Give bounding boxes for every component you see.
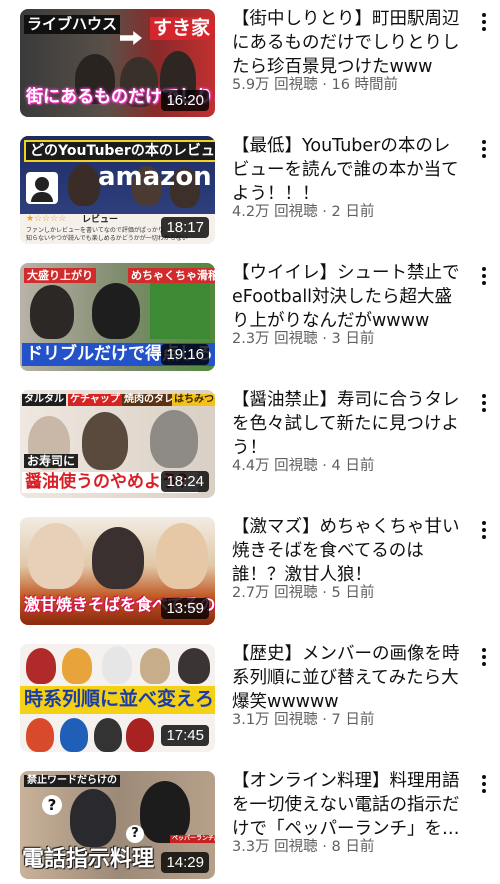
thumb-caption: ケチャップ	[68, 394, 122, 406]
video-thumbnail[interactable]: 時系列順に並べ変えろ 17:45	[20, 644, 215, 752]
video-item[interactable]: ライブハウス すき家 街にあるものだけでしりとり 16:20 【街中しりとり】町…	[0, 9, 500, 117]
video-duration: 18:17	[161, 217, 209, 238]
thumb-caption: めちゃくちゃ滑稽	[128, 268, 215, 283]
view-count: 4.4万 回視聴	[232, 458, 318, 474]
video-title[interactable]: 【激マズ】めちゃくちゃ甘い焼きそばを食べてるのは誰！？激甘人狼！	[232, 515, 462, 587]
video-item[interactable]: どのYouTuberの本のレビュー？ amazon ★☆☆☆☆ レビュー ファン…	[0, 136, 500, 244]
video-thumbnail[interactable]: 大盛り上がり めちゃくちゃ滑稽 ドリブルだけで得点しろ！ 19:16	[20, 263, 215, 371]
view-count: 4.2万 回視聴	[232, 204, 318, 220]
video-meta: 4.2万 回視聴 · 2 日前	[232, 200, 374, 221]
video-thumbnail[interactable]: 激甘焼きそばを食べてるのは誰 13:59	[20, 517, 215, 625]
video-meta: 3.3万 回視聴 · 8 日前	[232, 835, 374, 856]
video-item[interactable]: 時系列順に並べ変えろ 17:45 【歴史】メンバーの画像を時系列順に並び替えてみ…	[0, 644, 500, 752]
video-title[interactable]: 【オンライン料理】料理用語を一切使えない電話の指示だけで「ペッパーランチ」を…	[232, 769, 462, 841]
meta-separator: ·	[317, 204, 332, 220]
video-meta: 2.3万 回視聴 · 3 日前	[232, 327, 374, 348]
video-duration: 16:20	[161, 90, 209, 111]
upload-age: 16 時間前	[331, 77, 399, 93]
meta-separator: ·	[317, 839, 332, 855]
meta-separator: ·	[317, 712, 332, 728]
video-thumbnail[interactable]: タルタル ケチャップ 焼肉のタレ はちみつ お寿司に 醤油使うのやめよう？ 18…	[20, 390, 215, 498]
more-options-icon[interactable]	[474, 392, 494, 414]
thumb-caption: ファンしかレビューを書いてなので評価がぱっかり	[26, 227, 164, 234]
upload-age: 2 日前	[331, 204, 375, 220]
thumb-caption: どのYouTuberの本のレビュー？	[24, 140, 215, 162]
video-title[interactable]: 【ウイイレ】シュート禁止でeFootball対決したら超大盛り上がりなんだがww…	[232, 261, 462, 333]
meta-separator: ·	[317, 331, 332, 347]
thumb-caption: レビュー	[82, 215, 119, 225]
more-options-icon[interactable]	[474, 138, 494, 160]
thumb-caption: 禁止ワードだらけの	[24, 775, 120, 787]
upload-age: 4 日前	[331, 458, 375, 474]
meta-separator: ·	[317, 458, 332, 474]
upload-age: 3 日前	[331, 331, 375, 347]
video-meta: 5.9万 回視聴 · 16 時間前	[232, 73, 398, 94]
upload-age: 5 日前	[331, 585, 375, 601]
more-options-icon[interactable]	[474, 265, 494, 287]
question-mark-icon: ?	[42, 795, 62, 815]
thumb-caption: amazon	[98, 162, 212, 192]
more-options-icon[interactable]	[474, 773, 494, 795]
view-count: 3.3万 回視聴	[232, 839, 318, 855]
video-duration: 17:45	[161, 725, 209, 746]
more-options-icon[interactable]	[474, 11, 494, 33]
video-title[interactable]: 【最低】YouTuberの本のレビューを読んで誰の本か当てよう！！！	[232, 134, 462, 206]
video-item[interactable]: ? ? 禁止ワードだらけの 電話指示料理 ペッパーランチ風 14:29 【オンラ…	[0, 771, 500, 879]
video-meta: 3.1万 回視聴 · 7 日前	[232, 708, 374, 729]
thumb-caption: ライブハウス	[24, 15, 121, 34]
meta-separator: ·	[317, 585, 332, 601]
thumb-caption: はちみつ	[172, 394, 215, 406]
video-duration: 14:29	[161, 852, 209, 873]
video-item[interactable]: 大盛り上がり めちゃくちゃ滑稽 ドリブルだけで得点しろ！ 19:16 【ウイイレ…	[0, 263, 500, 371]
video-meta: 4.4万 回視聴 · 4 日前	[232, 454, 374, 475]
video-thumbnail[interactable]: ? ? 禁止ワードだらけの 電話指示料理 ペッパーランチ風 14:29	[20, 771, 215, 879]
more-options-icon[interactable]	[474, 646, 494, 668]
thumb-caption: ペッパーランチ風	[170, 835, 215, 843]
video-thumbnail[interactable]: ライブハウス すき家 街にあるものだけでしりとり 16:20	[20, 9, 215, 117]
video-thumbnail[interactable]: どのYouTuberの本のレビュー？ amazon ★☆☆☆☆ レビュー ファン…	[20, 136, 215, 244]
thumb-caption: お寿司に	[24, 454, 79, 468]
view-count: 3.1万 回視聴	[232, 712, 318, 728]
thumb-caption: 焼肉のタレ	[122, 394, 176, 406]
thumb-caption: すき家	[150, 17, 214, 40]
upload-age: 8 日前	[331, 839, 375, 855]
view-count: 2.3万 回視聴	[232, 331, 318, 347]
meta-separator: ·	[317, 77, 332, 93]
view-count: 2.7万 回視聴	[232, 585, 318, 601]
thumb-caption: 電話指示料理	[22, 847, 155, 872]
view-count: 5.9万 回視聴	[232, 77, 318, 93]
video-duration: 18:24	[161, 471, 209, 492]
more-options-icon[interactable]	[474, 519, 494, 541]
video-title[interactable]: 【街中しりとり】町田駅周辺にあるものだけでしりとりしたら珍百景見つけたwww	[232, 7, 462, 79]
video-duration: 19:16	[161, 344, 209, 365]
video-duration: 13:59	[161, 598, 209, 619]
thumb-caption: 大盛り上がり	[24, 268, 96, 283]
upload-age: 7 日前	[331, 712, 375, 728]
thumb-caption: 時系列順に並べ変えろ	[24, 688, 215, 710]
video-item[interactable]: 激甘焼きそばを食べてるのは誰 13:59 【激マズ】めちゃくちゃ甘い焼きそばを食…	[0, 517, 500, 625]
video-item[interactable]: タルタル ケチャップ 焼肉のタレ はちみつ お寿司に 醤油使うのやめよう？ 18…	[0, 390, 500, 498]
thumb-caption: タルタル	[22, 394, 66, 406]
question-mark-icon: ?	[126, 825, 144, 843]
star-rating-icon: ★☆☆☆☆	[26, 214, 67, 224]
video-title[interactable]: 【醤油禁止】寿司に合うタレを色々試して新たに見つけよう！	[232, 388, 462, 460]
video-meta: 2.7万 回視聴 · 5 日前	[232, 581, 374, 602]
video-title[interactable]: 【歴史】メンバーの画像を時系列順に並び替えてみたら大爆笑wwwww	[232, 642, 462, 714]
